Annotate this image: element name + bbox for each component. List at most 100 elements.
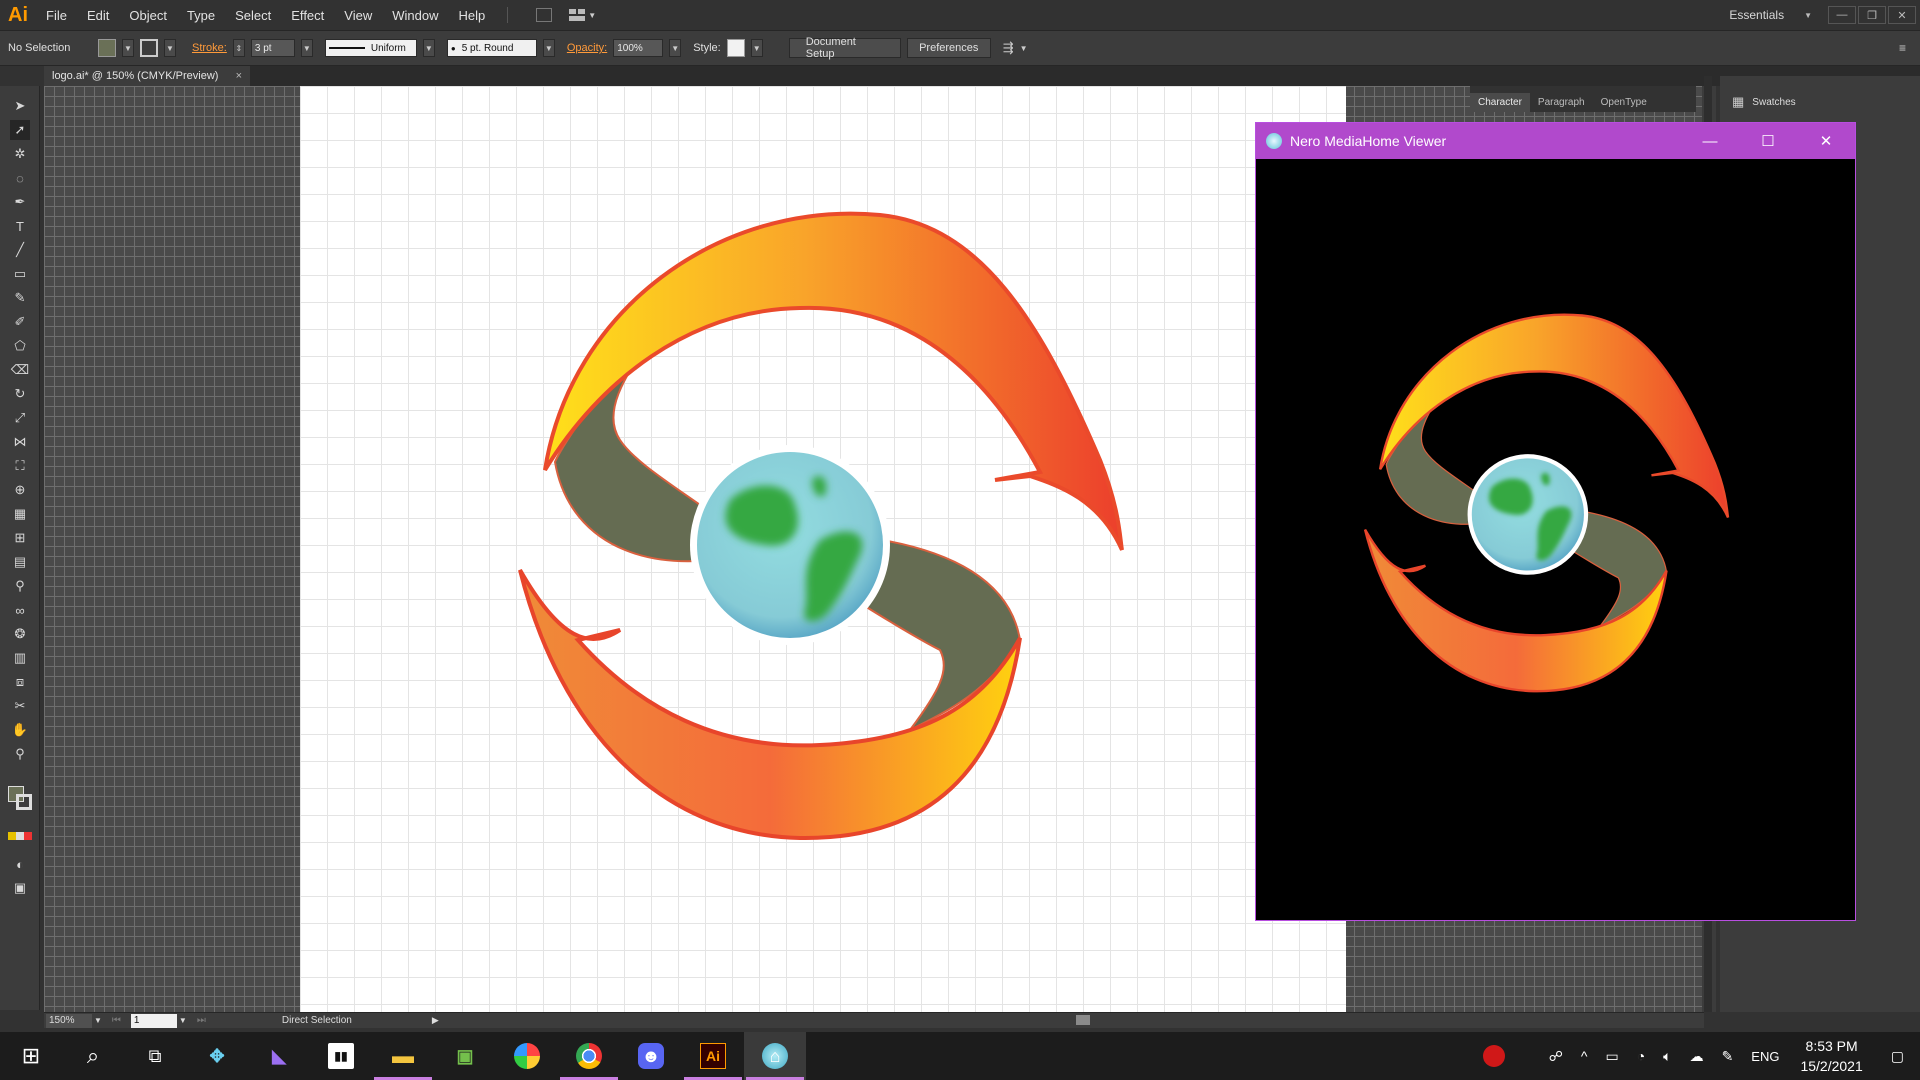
menu-help[interactable]: Help (448, 8, 495, 23)
mesh-tool-icon[interactable]: ⊞ (10, 528, 30, 548)
slice-tool-icon[interactable]: ✂ (10, 696, 30, 716)
taskbar-nero-mediahome[interactable]: ⌂ (744, 1032, 806, 1080)
stroke-swatch-dropdown-icon[interactable]: ▼ (164, 39, 176, 57)
eraser-tool-icon[interactable]: ⌫ (10, 360, 30, 380)
graphic-style-dropdown-icon[interactable]: ▼ (750, 39, 763, 57)
stroke-color-icon[interactable] (16, 794, 32, 810)
selection-tool-icon[interactable]: ➤ (10, 96, 30, 116)
fill-dropdown-icon[interactable]: ▼ (122, 39, 134, 57)
volume-icon[interactable]: 🔈︎ (1654, 1032, 1680, 1080)
logo-artwork[interactable] (500, 170, 1180, 940)
horizontal-scrollbar[interactable] (470, 1014, 1700, 1026)
control-panel-menu-icon[interactable]: ≡ (1899, 41, 1906, 55)
document-tab[interactable]: logo.ai* @ 150% (CMYK/Preview) × (44, 66, 250, 86)
pencil-tool-icon[interactable]: ✐ (10, 312, 30, 332)
taskbar-illustrator[interactable]: Ai (682, 1032, 744, 1080)
people-icon[interactable]: ☍ (1540, 1032, 1572, 1080)
column-graph-tool-icon[interactable]: ▥ (10, 648, 30, 668)
symbol-sprayer-tool-icon[interactable]: ❂ (10, 624, 30, 644)
profile-dropdown-icon[interactable]: ▼ (422, 39, 435, 57)
scale-tool-icon[interactable]: ⤢ (10, 408, 30, 428)
stroke-swatch[interactable] (140, 39, 158, 57)
menu-select[interactable]: Select (225, 8, 281, 23)
workspace-switcher[interactable]: Essentials (1729, 8, 1784, 22)
taskbar-discord[interactable]: ☻ (620, 1032, 682, 1080)
free-transform-tool-icon[interactable]: ⛶ (10, 456, 30, 476)
swatches-panel-button[interactable]: ▦ Swatches (1732, 94, 1796, 110)
nero-close-button[interactable]: ✕ (1797, 123, 1855, 159)
show-hidden-icons-icon[interactable]: ^ (1572, 1032, 1597, 1080)
nero-maximize-button[interactable]: ☐ (1739, 123, 1797, 159)
menu-view[interactable]: View (334, 8, 382, 23)
battery-icon[interactable]: ▭ (1596, 1032, 1627, 1080)
action-center-icon[interactable]: ▢ (1875, 1032, 1920, 1080)
menu-file[interactable]: File (36, 8, 77, 23)
restore-button[interactable]: ❐ (1858, 6, 1886, 24)
perspective-grid-tool-icon[interactable]: ▦ (10, 504, 30, 524)
line-tool-icon[interactable]: ╱ (10, 240, 30, 260)
fill-swatch[interactable] (98, 39, 116, 57)
preferences-button[interactable]: Preferences (906, 38, 991, 58)
shape-builder-tool-icon[interactable]: ⊕ (10, 480, 30, 500)
arrange-icon[interactable]: ⇶ (1003, 40, 1014, 56)
taskbar-game-app[interactable]: ✥ (186, 1032, 248, 1080)
stroke-label[interactable]: Stroke: (192, 42, 227, 54)
brush-dropdown-icon[interactable]: ▼ (542, 39, 555, 57)
drawing-mode-icon[interactable]: ◐ (10, 854, 30, 874)
width-tool-icon[interactable]: ⋈ (10, 432, 30, 452)
arrange-documents-icon[interactable]: ▼ (568, 8, 596, 22)
zoom-dropdown-icon[interactable]: ▼ (94, 1016, 102, 1025)
workspace-chevron-icon[interactable]: ▼ (1804, 11, 1812, 20)
minimize-button[interactable]: — (1828, 6, 1856, 24)
lasso-tool-icon[interactable]: ◌ (10, 168, 30, 188)
stroke-weight-field[interactable]: 3 pt (250, 39, 295, 57)
taskbar-photos[interactable]: ▣ (434, 1032, 496, 1080)
menu-type[interactable]: Type (177, 8, 225, 23)
horizontal-scroll-thumb[interactable] (1076, 1015, 1090, 1025)
opacity-label[interactable]: Opacity: (567, 42, 607, 54)
menu-object[interactable]: Object (119, 8, 177, 23)
first-artboard-icon[interactable]: ⏮ (112, 1015, 121, 1026)
taskbar-paint[interactable]: ◕ (496, 1032, 558, 1080)
taskbar-chrome[interactable]: ◉ (558, 1032, 620, 1080)
arrange-chevron-icon[interactable]: ▼ (1020, 44, 1028, 53)
tab-opentype[interactable]: OpenType (1593, 93, 1655, 112)
nero-titlebar[interactable]: Nero MediaHome Viewer — ☐ ✕ (1256, 123, 1855, 159)
status-menu-icon[interactable]: ▶ (432, 1015, 439, 1026)
opacity-dropdown-icon[interactable]: ▼ (669, 39, 682, 57)
paintbrush-tool-icon[interactable]: ✎ (10, 288, 30, 308)
rectangle-tool-icon[interactable]: ▭ (10, 264, 30, 284)
artboard-number-field[interactable]: 1 (130, 1013, 177, 1028)
color-mode-icons[interactable] (8, 832, 32, 840)
zoom-field[interactable]: 150% (46, 1013, 92, 1028)
menu-edit[interactable]: Edit (77, 8, 119, 23)
taskbar-file-explorer[interactable]: ▬ (372, 1032, 434, 1080)
artboard-tool-icon[interactable]: ⧈ (10, 672, 30, 692)
close-button[interactable]: ✕ (1888, 6, 1916, 24)
wifi-icon[interactable]: ◔ (1628, 1032, 1654, 1080)
taskbar-visual-studio[interactable]: ◣ (248, 1032, 310, 1080)
current-tool-status[interactable]: Direct Selection (282, 1015, 432, 1026)
cloud-icon[interactable]: ☁ (1681, 1032, 1713, 1080)
menu-window[interactable]: Window (382, 8, 448, 23)
hand-tool-icon[interactable]: ✋ (10, 720, 30, 740)
start-button[interactable]: ⊞ (0, 1032, 62, 1080)
search-button[interactable]: ⌕ (62, 1032, 124, 1080)
direct-selection-tool-icon[interactable]: ➚ (10, 120, 30, 140)
tab-paragraph[interactable]: Paragraph (1530, 93, 1593, 112)
clock[interactable]: 8:53 PM 15/2/2021 (1788, 1036, 1874, 1076)
blend-tool-icon[interactable]: ∞ (10, 600, 30, 620)
stroke-weight-dropdown-icon[interactable]: ▼ (300, 39, 313, 57)
shaper-tool-icon[interactable]: ⬠ (10, 336, 30, 356)
tab-character[interactable]: Character (1470, 93, 1530, 112)
close-tab-icon[interactable]: × (236, 70, 242, 82)
task-view-button[interactable]: ⧉ (124, 1032, 186, 1080)
nero-mediahome-window[interactable]: Nero MediaHome Viewer — ☐ ✕ (1255, 122, 1856, 921)
nero-minimize-button[interactable]: — (1681, 123, 1739, 159)
pen-workspace-icon[interactable]: ✎ (1713, 1032, 1743, 1080)
gradient-tool-icon[interactable]: ▤ (10, 552, 30, 572)
next-artboard-icon[interactable]: ⏭ (197, 1015, 206, 1026)
variable-width-profile[interactable]: Uniform (324, 39, 417, 57)
artboard-dropdown-icon[interactable]: ▼ (179, 1016, 187, 1025)
stroke-stepper[interactable]: ⇕ (232, 39, 245, 57)
